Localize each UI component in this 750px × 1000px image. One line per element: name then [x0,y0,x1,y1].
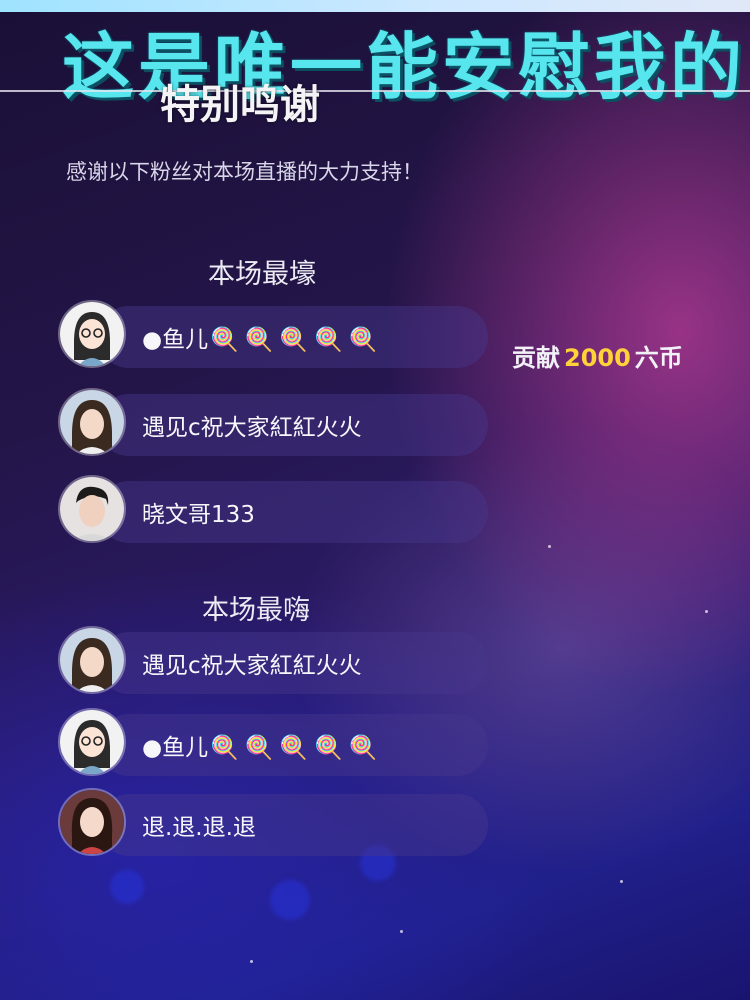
thanks-subtitle: 感谢以下粉丝对本场直播的大力支持！ [66,160,423,184]
lollipop-icons: 🍭🍭🍭🍭🍭 [210,735,384,761]
user-name: 退.退.退.退 [142,815,256,841]
avatar[interactable] [58,708,126,776]
bokeh-decoration [270,880,310,920]
contribution-prefix: 贡献 [512,344,560,372]
lollipop-icons: 🍭🍭🍭🍭🍭 [210,327,384,353]
section-title-liveliest: 本场最嗨 [202,595,310,626]
avatar[interactable] [58,388,126,456]
user-name: ●鱼儿 [142,327,209,353]
list-item[interactable]: 遇见c祝大家紅紅火火 [58,388,488,458]
star-decoration [250,960,253,963]
divider-line [0,90,750,92]
avatar[interactable] [58,788,126,856]
special-thanks-title: 特别鸣谢 [160,82,320,128]
list-item[interactable]: ●鱼儿🍭🍭🍭🍭🍭 [58,708,488,778]
user-name: 遇见c祝大家紅紅火火 [142,653,362,679]
contribution-unit: 六币 [634,344,683,372]
avatar[interactable] [58,626,126,694]
contribution-amount: 2000 [564,344,631,372]
list-item[interactable]: 退.退.退.退 [58,788,488,858]
list-item[interactable]: 遇见c祝大家紅紅火火 [58,626,488,696]
star-decoration [620,880,623,883]
contribution-label: 贡献 2000 六币 [512,338,683,373]
star-decoration [548,545,551,548]
user-name: ●鱼儿 [142,735,209,761]
avatar[interactable] [58,300,126,368]
user-name: 遇见c祝大家紅紅火火 [142,415,362,441]
list-item[interactable]: ●鱼儿🍭🍭🍭🍭🍭 [58,300,488,370]
star-decoration [400,930,403,933]
user-name: 晓文哥133 [142,502,255,528]
bokeh-decoration [110,870,144,904]
section-title-richest: 本场最壕 [208,259,316,290]
star-decoration [705,610,708,613]
avatar[interactable] [58,475,126,543]
list-item[interactable]: 晓文哥133 [58,475,488,545]
